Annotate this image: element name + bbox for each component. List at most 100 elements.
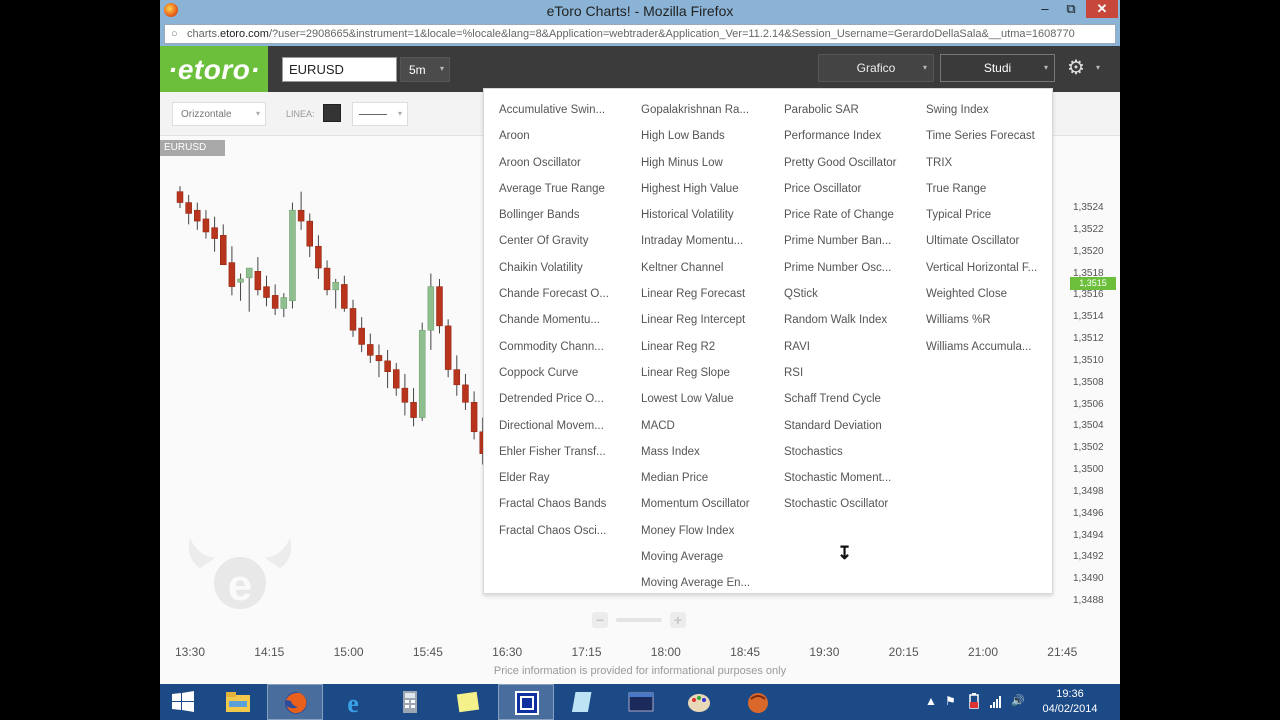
taskbar-notepad[interactable] <box>556 684 612 720</box>
study-item[interactable]: Linear Reg Intercept <box>641 307 750 333</box>
taskbar-paint[interactable] <box>671 684 727 720</box>
study-item[interactable]: Historical Volatility <box>641 202 750 228</box>
study-item[interactable]: Price Rate of Change <box>784 202 896 228</box>
grafico-menu-button[interactable]: Grafico ▾ <box>818 54 934 82</box>
taskbar-sticky-notes[interactable] <box>440 684 496 720</box>
study-item[interactable]: High Minus Low <box>641 150 750 176</box>
study-item[interactable]: Weighted Close <box>926 281 1037 307</box>
clock-time[interactable]: 19:36 <box>1035 688 1105 700</box>
study-item[interactable]: Time Series Forecast <box>926 123 1037 149</box>
restore-button[interactable]: ⧉ <box>1058 0 1084 18</box>
study-item[interactable]: Intraday Momentu... <box>641 228 750 254</box>
study-item[interactable]: Prime Number Osc... <box>784 255 896 281</box>
study-item[interactable]: Fractal Chaos Osci... <box>499 518 609 544</box>
battery-icon[interactable] <box>967 693 981 709</box>
minimize-button[interactable]: – <box>1032 0 1058 18</box>
settings-button[interactable]: ⚙ ▾ <box>1063 55 1103 81</box>
study-item[interactable]: Gopalakrishnan Ra... <box>641 97 750 123</box>
study-item[interactable]: Moving Average <box>641 544 750 570</box>
show-hidden-icons-icon[interactable]: ▲ <box>925 694 937 708</box>
taskbar-terminal[interactable] <box>613 684 669 720</box>
study-item[interactable]: Ehler Fisher Transf... <box>499 439 609 465</box>
line-style-select[interactable]: ▾ <box>352 102 408 126</box>
timeframe-select[interactable]: 5m ▾ <box>400 57 450 82</box>
study-item[interactable]: Chaikin Volatility <box>499 255 609 281</box>
candle <box>185 194 192 225</box>
taskbar-file-explorer[interactable] <box>210 684 266 720</box>
study-item[interactable]: Stochastics <box>784 439 896 465</box>
study-item[interactable]: Detrended Price O... <box>499 386 609 412</box>
clock-date[interactable]: 04/02/2014 <box>1035 703 1105 715</box>
study-item[interactable]: Aroon Oscillator <box>499 150 609 176</box>
taskbar-app-window[interactable] <box>498 684 554 720</box>
app-toolbar: ·etoro· EURUSD 5m ▾ Grafico ▾ Studi ▾ ⚙ <box>160 46 1120 92</box>
study-item[interactable]: Williams Accumula... <box>926 334 1037 360</box>
taskbar-glove-app[interactable] <box>730 684 786 720</box>
study-item[interactable]: Prime Number Ban... <box>784 228 896 254</box>
study-item[interactable]: Schaff Trend Cycle <box>784 386 896 412</box>
zoom-out-button[interactable]: − <box>592 612 608 628</box>
study-item[interactable]: Elder Ray <box>499 465 609 491</box>
study-item[interactable]: Mass Index <box>641 439 750 465</box>
study-item[interactable]: Directional Movem... <box>499 413 609 439</box>
study-item[interactable]: Coppock Curve <box>499 360 609 386</box>
study-item[interactable]: Accumulative Swin... <box>499 97 609 123</box>
zoom-in-button[interactable]: + <box>670 612 686 628</box>
study-item[interactable]: Median Price <box>641 465 750 491</box>
study-item[interactable]: Linear Reg R2 <box>641 334 750 360</box>
study-item[interactable]: Swing Index <box>926 97 1037 123</box>
study-item[interactable]: Money Flow Index <box>641 518 750 544</box>
study-item[interactable]: Vertical Horizontal F... <box>926 255 1037 281</box>
study-item[interactable]: Pretty Good Oscillator <box>784 150 896 176</box>
study-item[interactable]: Random Walk Index <box>784 307 896 333</box>
study-item[interactable]: TRIX <box>926 150 1037 176</box>
study-item[interactable]: High Low Bands <box>641 123 750 149</box>
study-item[interactable]: Chande Forecast O... <box>499 281 609 307</box>
taskbar-calculator[interactable] <box>382 684 438 720</box>
study-item[interactable]: Commodity Chann... <box>499 334 609 360</box>
study-item[interactable]: Price Oscillator <box>784 176 896 202</box>
study-item[interactable]: Aroon <box>499 123 609 149</box>
studi-menu-button[interactable]: Studi ▾ <box>940 54 1055 82</box>
zoom-slider[interactable] <box>616 618 662 622</box>
study-item[interactable]: Linear Reg Slope <box>641 360 750 386</box>
study-item[interactable]: Stochastic Oscillator <box>784 491 896 517</box>
line-color-swatch[interactable] <box>323 104 341 122</box>
study-item[interactable]: Highest High Value <box>641 176 750 202</box>
orientation-select[interactable]: Orizzontale ▾ <box>172 102 266 126</box>
url-text[interactable]: charts.etoro.com/?user=2908665&instrumen… <box>187 28 1112 40</box>
study-item[interactable]: RAVI <box>784 334 896 360</box>
study-item[interactable]: Moving Average En... <box>641 570 750 596</box>
study-item[interactable]: Bollinger Bands <box>499 202 609 228</box>
study-item[interactable]: Stochastic Moment... <box>784 465 896 491</box>
study-item[interactable]: Ultimate Oscillator <box>926 228 1037 254</box>
study-item[interactable]: Average True Range <box>499 176 609 202</box>
title-bar[interactable]: eToro Charts! - Mozilla Firefox – ⧉ ✕ <box>160 0 1120 22</box>
start-button[interactable] <box>160 684 216 720</box>
study-item[interactable]: MACD <box>641 413 750 439</box>
flag-icon[interactable]: ⚑ <box>945 694 956 708</box>
study-item[interactable]: Standard Deviation <box>784 413 896 439</box>
study-item[interactable]: True Range <box>926 176 1037 202</box>
x-tick-label: 21:00 <box>967 645 999 659</box>
close-button[interactable]: ✕ <box>1086 0 1118 18</box>
study-item[interactable]: Linear Reg Forecast <box>641 281 750 307</box>
study-item[interactable]: Lowest Low Value <box>641 386 750 412</box>
study-item[interactable]: RSI <box>784 360 896 386</box>
study-item[interactable]: Typical Price <box>926 202 1037 228</box>
network-signal-icon[interactable] <box>989 695 1003 709</box>
study-item[interactable]: Chande Momentu... <box>499 307 609 333</box>
symbol-input[interactable]: EURUSD <box>282 57 397 82</box>
taskbar-internet-explorer[interactable]: e <box>325 684 381 720</box>
study-item[interactable]: Fractal Chaos Bands <box>499 491 609 517</box>
study-item[interactable]: Williams %R <box>926 307 1037 333</box>
taskbar-firefox[interactable] <box>267 684 323 720</box>
speaker-icon[interactable]: 🔊 <box>1011 694 1025 707</box>
study-item[interactable]: Center Of Gravity <box>499 228 609 254</box>
study-item[interactable]: Performance Index <box>784 123 896 149</box>
study-item[interactable]: QStick <box>784 281 896 307</box>
study-item[interactable]: Momentum Oscillator <box>641 491 750 517</box>
study-item[interactable]: Keltner Channel <box>641 255 750 281</box>
study-item[interactable]: Parabolic SAR <box>784 97 896 123</box>
url-bar[interactable]: ○ charts.etoro.com/?user=2908665&instrum… <box>164 24 1116 44</box>
